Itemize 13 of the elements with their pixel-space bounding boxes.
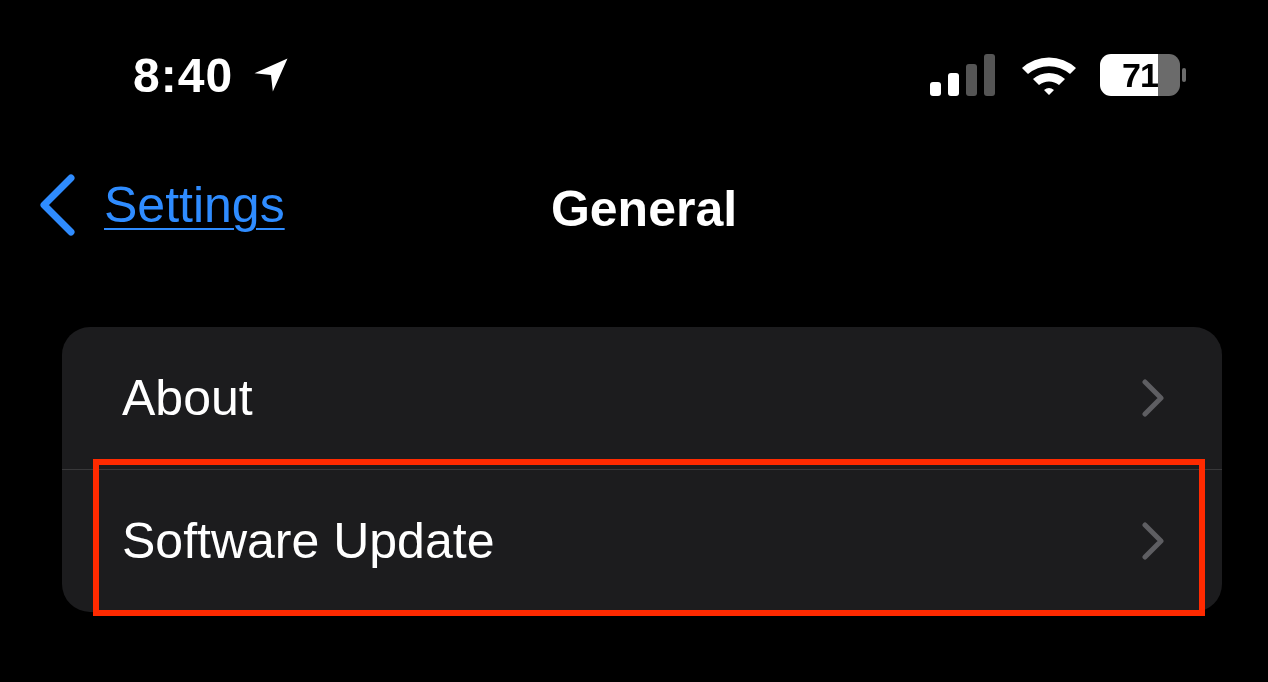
- clock-time: 8:40: [133, 47, 234, 103]
- battery-tip-icon: [1182, 68, 1186, 82]
- chevron-right-icon: [1142, 522, 1164, 560]
- battery-indicator: 71: [1100, 54, 1180, 96]
- row-label: About: [122, 369, 254, 427]
- row-label: Software Update: [122, 512, 496, 570]
- chevron-right-icon: [1142, 379, 1164, 417]
- back-link[interactable]: Settings: [38, 174, 285, 236]
- settings-row[interactable]: Software Update: [62, 469, 1222, 612]
- settings-row[interactable]: About: [62, 327, 1222, 469]
- signal-icon: [930, 54, 996, 96]
- back-chevron-icon: [38, 174, 76, 236]
- page-title: General: [550, 180, 738, 238]
